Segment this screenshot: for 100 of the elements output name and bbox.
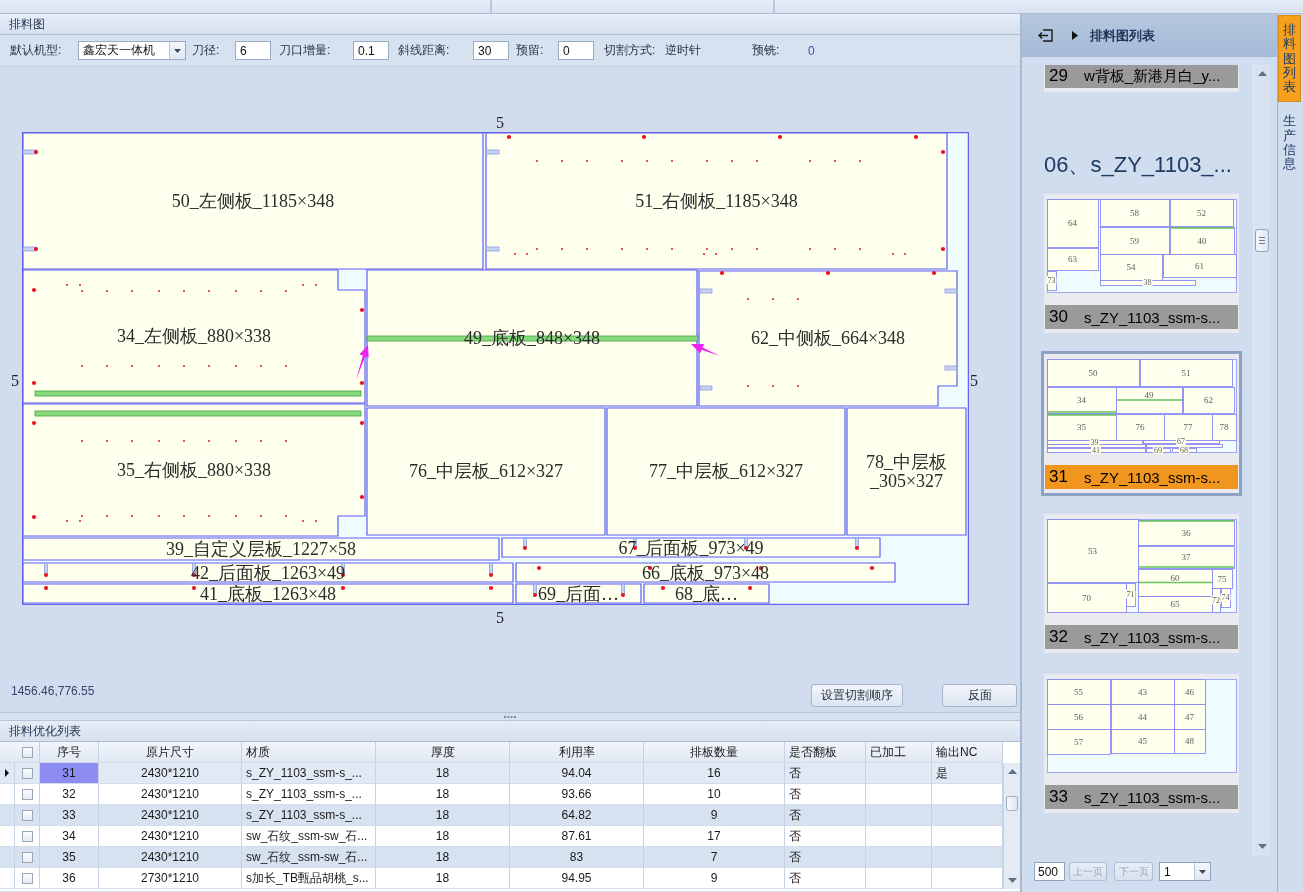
thumbnail-part-label: 39 — [1090, 437, 1099, 447]
list-title: 排料图列表 — [1090, 26, 1155, 45]
table-cell: 94.04 — [561, 766, 592, 780]
table-row[interactable]: 33 2430*1210 s_ZY_1103_ssm-s_... 18 64.82 9 否 — [0, 805, 1003, 826]
layout-card[interactable]: 53 36 37 60 75 70 71 65 72 74 32 s_ZY_1103_ssm-s... — [1041, 511, 1242, 656]
text-field[interactable]: 0.1 — [353, 41, 389, 60]
thumbnail-part-label: 53 — [1088, 545, 1097, 556]
layout-card[interactable]: 64 58 52 59 40 63 54 61 73 38 30 s_ZY_1103_ssm-s... — [1041, 191, 1242, 336]
table-cell: 否 — [789, 764, 801, 782]
part-label: 68_底… — [675, 586, 738, 601]
thumbnail-part-label: 45 — [1138, 736, 1147, 747]
column-header[interactable]: 利用率 — [558, 743, 595, 761]
thumbnail-part-label: 35 — [1077, 422, 1086, 433]
text-field[interactable]: 6 — [235, 41, 271, 60]
table-cell: 18 — [435, 787, 450, 801]
caret-right-icon[interactable] — [1072, 31, 1078, 40]
table-cell: 2430*1210 — [140, 850, 200, 864]
arrow-up-icon[interactable] — [1258, 71, 1267, 76]
margin-label: 5 — [970, 373, 978, 389]
card-number: 32 — [1049, 627, 1069, 647]
checkbox[interactable] — [21, 767, 33, 779]
scrollbar-track[interactable] — [1003, 763, 1020, 889]
part-label: 69_后面… — [538, 586, 619, 601]
card-name: w背板_新港月白_y... — [1084, 66, 1221, 86]
table-cell: 87.61 — [561, 829, 592, 843]
part-label: 50_左侧板_1185×348 — [171, 191, 335, 211]
field-value: 0 — [808, 43, 815, 58]
table-cell: 2730*1210 — [140, 871, 200, 885]
column-header[interactable]: 序号 — [57, 743, 81, 761]
column-header[interactable]: 排板数量 — [690, 743, 738, 761]
table-cell: 否 — [789, 848, 801, 866]
column-header[interactable]: 已加工 — [870, 743, 906, 761]
table-cell: s加长_TB甄品胡桃_s... — [246, 869, 369, 887]
text-field[interactable]: 30 — [473, 41, 509, 60]
table-row[interactable]: 31 2430*1210 s_ZY_1103_ssm-s_... 18 94.04 16 否 是 — [0, 763, 1003, 784]
checkbox[interactable] — [21, 788, 33, 800]
column-header[interactable]: 是否翻板 — [789, 743, 837, 761]
arrow-down-icon[interactable] — [1258, 844, 1267, 849]
column-header[interactable]: 原片尺寸 — [146, 743, 194, 761]
checkbox[interactable] — [21, 872, 33, 884]
side-tab[interactable]: 排料图列表 — [1278, 15, 1301, 103]
checkbox[interactable] — [21, 851, 33, 863]
thumbnail-part-label: 34 — [1077, 395, 1086, 406]
thumbnail-part-label: 75 — [1217, 573, 1227, 584]
caret-down-icon — [174, 48, 181, 53]
table-cell: sw_石纹_ssm-sw_石... — [246, 827, 368, 845]
table-cell: 18 — [435, 766, 450, 780]
reverse-side-button[interactable]: 反面 — [942, 683, 1017, 707]
card-name: s_ZY_1103_ssm-s... — [1084, 628, 1221, 646]
grip-icon[interactable] — [504, 715, 516, 718]
thumbnail-part-label: 74 — [1221, 593, 1230, 603]
arrow-down-icon[interactable] — [1008, 878, 1017, 883]
table-cell: 32 — [62, 787, 76, 801]
table-row[interactable]: 32 2430*1210 s_ZY_1103_ssm-s_... 18 93.66 10 否 — [0, 784, 1003, 805]
scrollbar-thumb[interactable] — [1255, 229, 1269, 252]
scrollbar-thumb[interactable] — [1006, 796, 1018, 811]
table-cell: 18 — [435, 871, 450, 885]
part-label: 77_中层板_612×327 — [648, 462, 804, 481]
card-name: s_ZY_1103_ssm-s... — [1084, 308, 1221, 326]
checkbox[interactable] — [21, 830, 33, 842]
thumbnail-part-label: 40 — [1197, 235, 1207, 246]
arrow-up-icon[interactable] — [1008, 769, 1017, 774]
table-cell: 10 — [707, 787, 721, 801]
table-cell: 94.95 — [561, 871, 592, 885]
layout-card[interactable]: 55 43 46 56 44 47 57 45 48 33 s_ZY_1103_ssm-s... — [1041, 671, 1242, 816]
checkbox[interactable] — [21, 746, 33, 758]
table-cell: 33 — [62, 808, 76, 822]
arrow-box-icon[interactable] — [1038, 29, 1053, 42]
dropdown-field[interactable]: 鑫宏天一体机 — [78, 41, 186, 60]
checkbox[interactable] — [21, 809, 33, 821]
column-header[interactable]: 材质 — [246, 743, 270, 761]
scrollbar-track[interactable] — [1253, 65, 1270, 855]
field-label: 切割方式: — [604, 42, 657, 59]
thumbnail-part-label: 68 — [1180, 445, 1188, 455]
text-field[interactable]: 0 — [558, 41, 594, 60]
card-number: 30 — [1049, 307, 1069, 327]
group-title: 06、s_ZY_1103_... — [1043, 151, 1233, 179]
cursor-coordinates: 1456.46,776.55 — [11, 684, 95, 698]
thumbnail-part-label: 37 — [1181, 552, 1191, 563]
page-select[interactable]: 1 — [1159, 862, 1211, 881]
page-size-field[interactable]: 500 — [1034, 862, 1065, 881]
thumbnail-part-label: 48 — [1185, 736, 1194, 747]
thumbnail-part-label: 61 — [1195, 260, 1204, 271]
column-header[interactable]: 厚度 — [430, 743, 455, 761]
table-cell: 9 — [710, 808, 718, 822]
part-label: 62_中侧板_664×348 — [750, 329, 906, 348]
table-cell: 34 — [62, 829, 76, 843]
layout-card[interactable]: 29 w背板_新港月白_y... — [1041, 65, 1242, 95]
thumbnail-part-label: 46 — [1185, 686, 1194, 697]
thumbnail-part-label: 54 — [1126, 262, 1136, 273]
table-row[interactable]: 34 2430*1210 sw_石纹_ssm-sw_石... 18 87.61 17 否 — [0, 826, 1003, 847]
cut-order-button[interactable]: 设置切割顺序 — [811, 683, 903, 707]
table-row[interactable]: 35 2430*1210 sw_石纹_ssm-sw_石... 18 83 7 否 — [0, 847, 1003, 868]
side-tab[interactable]: 生产信息 — [1278, 106, 1301, 180]
thumbnail-part-label: 65 — [1170, 599, 1180, 610]
thumbnail-part-label: 62 — [1204, 395, 1213, 406]
table-row[interactable]: 36 2730*1210 s加长_TB甄品胡桃_s... 18 94.95 9 否 — [0, 868, 1003, 889]
part-label: 42_后面板_1263×49 — [190, 565, 346, 580]
table-cell: 36 — [62, 871, 76, 885]
column-header[interactable]: 输出NC — [936, 743, 978, 761]
